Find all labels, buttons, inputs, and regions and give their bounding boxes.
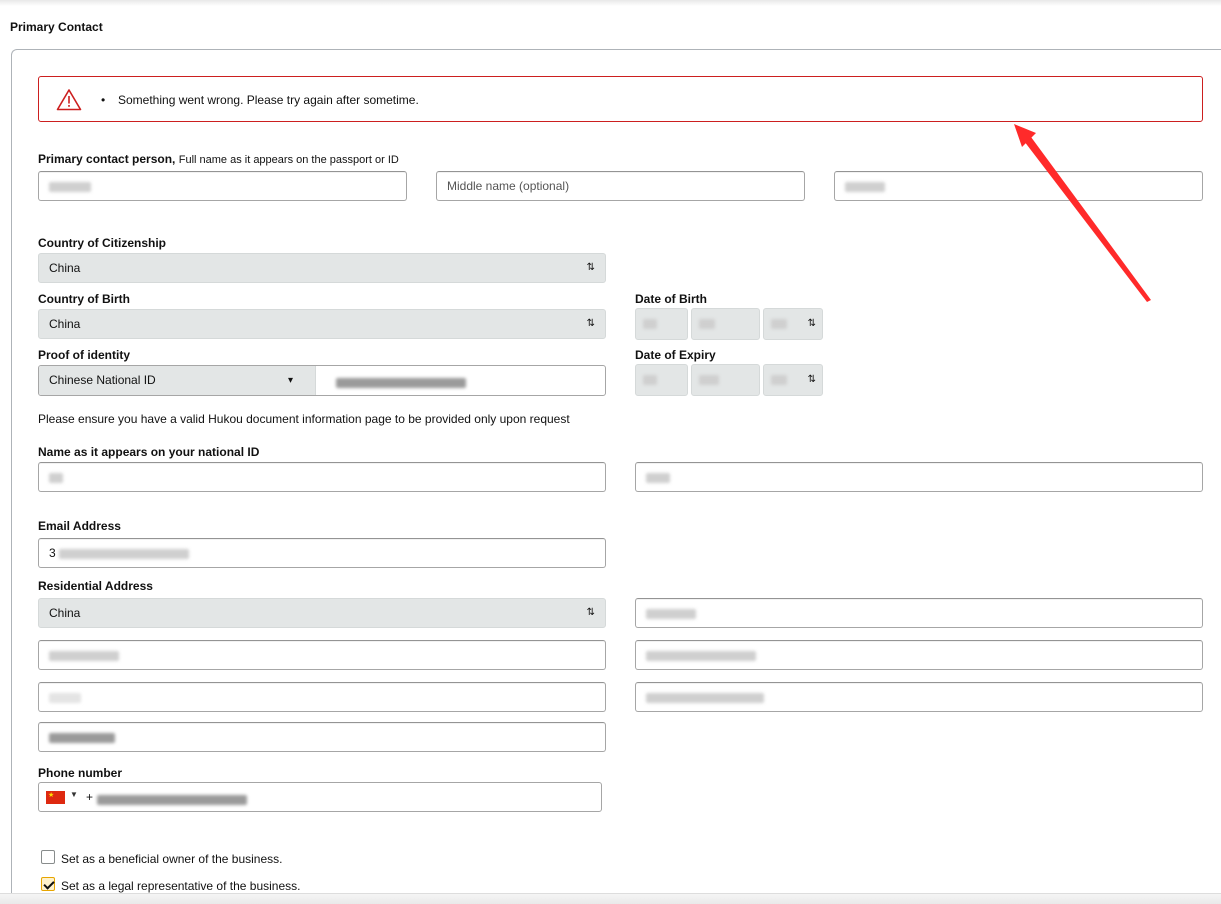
national-id-name-input-1[interactable] [38, 462, 606, 492]
dob-year-select[interactable]: ⇅ [763, 308, 823, 340]
select-arrows-icon: ⇅ [586, 262, 595, 273]
primary-contact-hint: Full name as it appears on the passport … [178, 154, 399, 166]
redacted-value [97, 794, 247, 805]
birth-country-label: Country of Birth [38, 292, 130, 306]
national-id-name-label: Name as it appears on your national ID [38, 445, 260, 459]
redacted-value [771, 375, 787, 386]
redacted-value [699, 375, 719, 386]
phone-prefix: + [86, 790, 94, 804]
id-type-value: Chinese National ID [49, 373, 156, 387]
redacted-value [643, 375, 657, 386]
alert-message: Something went wrong. Please try again a… [118, 93, 419, 107]
address-field-3[interactable] [635, 640, 1203, 670]
redacted-value [59, 548, 190, 559]
redacted-value [646, 650, 756, 661]
id-number-input[interactable] [336, 375, 466, 389]
expiry-month-select[interactable] [691, 364, 760, 396]
phone-label: Phone number [38, 766, 123, 780]
id-type-select[interactable]: Chinese National ID ▾ [39, 366, 316, 395]
citizenship-select[interactable]: China ⇅ [38, 253, 606, 283]
dob-label: Date of Birth [635, 292, 707, 306]
beneficial-owner-label: Set as a beneficial owner of the busines… [61, 852, 283, 866]
address-line-input[interactable] [635, 598, 1203, 628]
address-country-select[interactable]: China ⇅ [38, 598, 606, 628]
beneficial-owner-checkbox[interactable] [41, 850, 55, 864]
redacted-value [49, 181, 91, 192]
redacted-value [49, 732, 115, 743]
dob-month-select[interactable] [691, 308, 760, 340]
legal-representative-label: Set as a legal representative of the bus… [61, 879, 301, 893]
chevron-down-icon: ▾ [287, 375, 293, 386]
citizenship-label: Country of Citizenship [38, 236, 166, 250]
middle-name-input[interactable]: Middle name (optional) [436, 171, 805, 201]
error-alert: • Something went wrong. Please try again… [38, 76, 1203, 122]
redacted-value [49, 650, 119, 661]
birth-country-select[interactable]: China ⇅ [38, 309, 606, 339]
select-arrows-icon: ⇅ [586, 318, 595, 329]
redacted-value [771, 319, 787, 330]
flag-star-icon: ★ [48, 792, 55, 799]
legal-representative-checkbox[interactable] [41, 877, 55, 891]
redacted-value [49, 692, 81, 703]
address-field-2[interactable] [38, 640, 606, 670]
phone-input[interactable]: ★ ▼ + [38, 782, 602, 812]
warning-triangle-icon [56, 89, 82, 111]
redacted-value [699, 319, 715, 330]
redacted-value [845, 181, 885, 192]
expiry-year-select[interactable]: ⇅ [763, 364, 823, 396]
redacted-value [49, 472, 63, 483]
bottom-bar [0, 893, 1221, 904]
select-arrows-icon: ⇅ [586, 607, 595, 618]
primary-contact-label: Primary contact person, Full name as it … [38, 152, 399, 166]
address-country-value: China [49, 606, 81, 620]
select-arrows-icon: ⇅ [807, 318, 816, 329]
phone-number-value [97, 792, 247, 806]
expiry-day-select[interactable] [635, 364, 688, 396]
redacted-value [646, 608, 696, 619]
redacted-value [643, 319, 657, 330]
top-shadow-bar [0, 0, 1221, 6]
address-label: Residential Address [38, 579, 153, 593]
national-id-name-input-2[interactable] [635, 462, 1203, 492]
primary-contact-label-text: Primary contact person, [38, 152, 176, 166]
email-label: Email Address [38, 519, 121, 533]
redacted-value [646, 692, 764, 703]
birth-country-value: China [49, 317, 81, 331]
section-title: Primary Contact [10, 20, 103, 34]
address-field-6[interactable] [38, 722, 606, 752]
expiry-label: Date of Expiry [635, 348, 716, 362]
select-arrows-icon: ⇅ [807, 374, 816, 385]
email-field[interactable]: 3 [38, 538, 606, 568]
first-name-input[interactable] [38, 171, 407, 201]
address-field-5[interactable] [635, 682, 1203, 712]
dob-day-select[interactable] [635, 308, 688, 340]
citizenship-value: China [49, 261, 81, 275]
china-flag-icon[interactable]: ★ [46, 791, 65, 804]
chevron-down-icon: ▼ [70, 790, 78, 799]
proof-label: Proof of identity [38, 348, 130, 362]
proof-of-identity-field: Chinese National ID ▾ [38, 365, 606, 396]
address-field-4[interactable] [38, 682, 606, 712]
last-name-input[interactable] [834, 171, 1203, 201]
redacted-value [336, 377, 466, 388]
email-visible-prefix: 3 [49, 546, 56, 560]
redacted-value [646, 472, 670, 483]
hukou-note: Please ensure you have a valid Hukou doc… [38, 412, 570, 426]
alert-bullet: • [101, 93, 106, 107]
